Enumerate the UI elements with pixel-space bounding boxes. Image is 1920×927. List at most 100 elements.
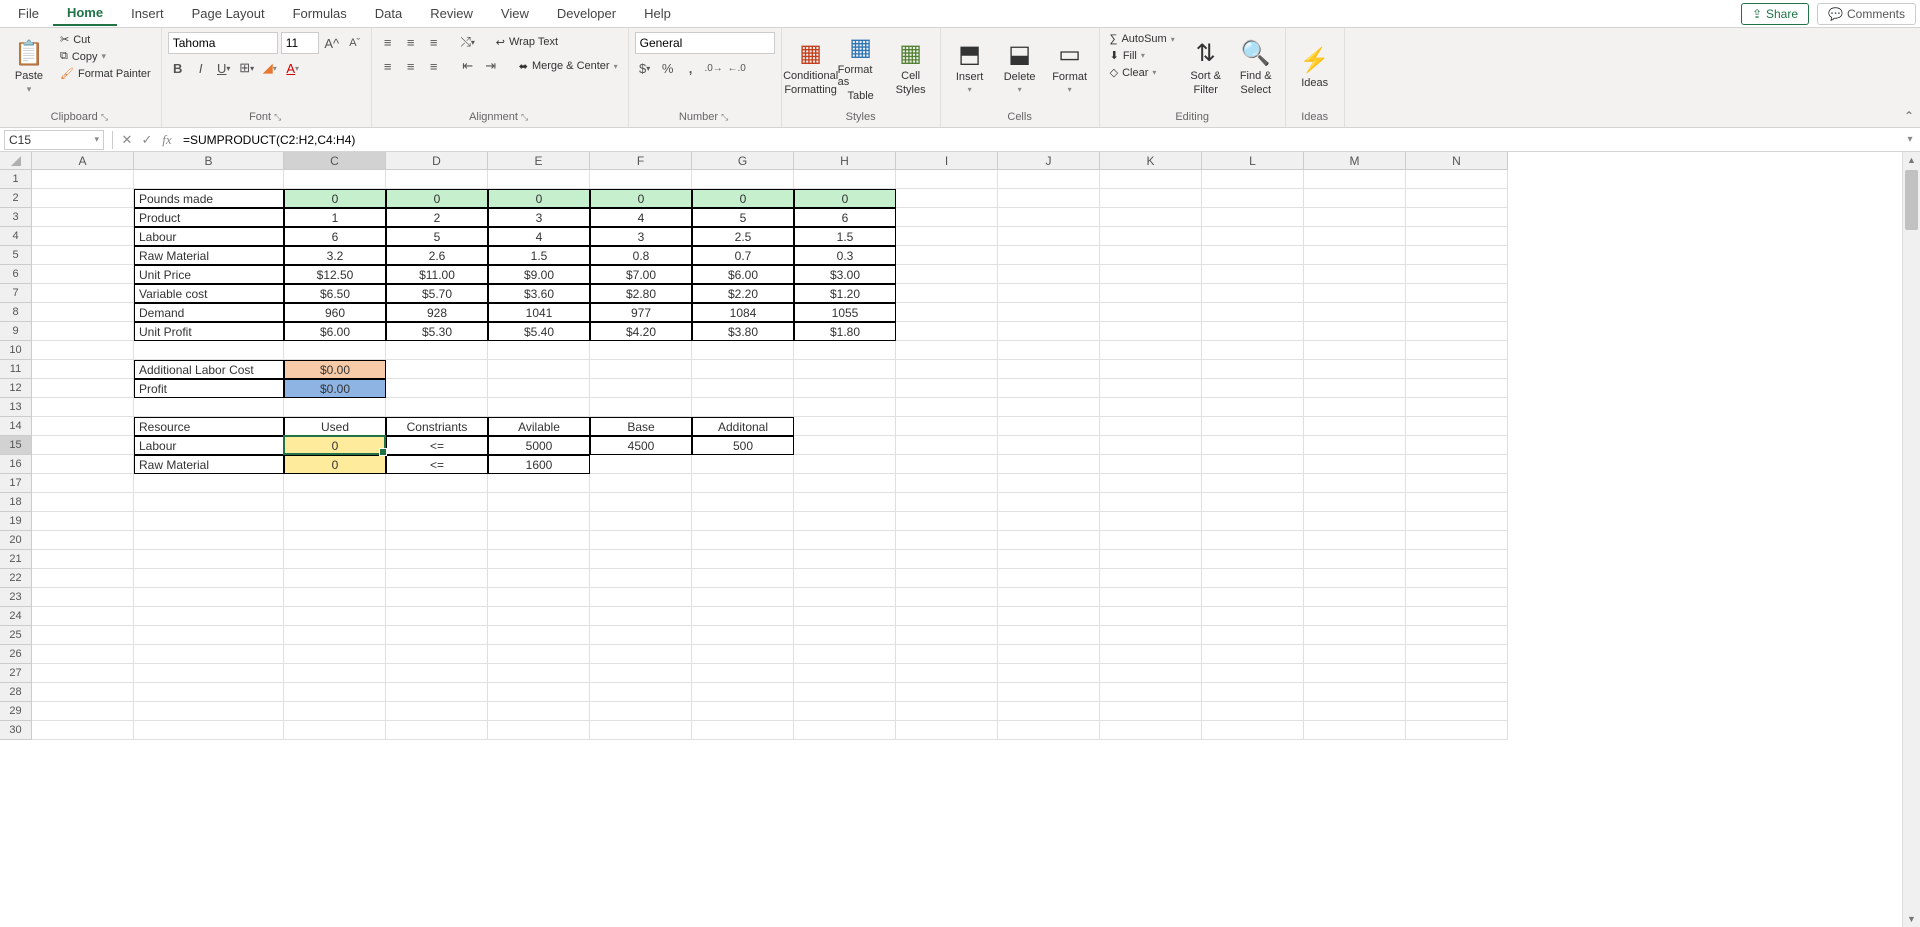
- cell[interactable]: [284, 569, 386, 588]
- cell[interactable]: [134, 493, 284, 512]
- cell[interactable]: [590, 512, 692, 531]
- cell[interactable]: [896, 569, 998, 588]
- cell[interactable]: [386, 512, 488, 531]
- cell[interactable]: [488, 645, 590, 664]
- clipboard-launcher-icon[interactable]: ⤡: [101, 112, 110, 122]
- cell[interactable]: [1304, 645, 1406, 664]
- cell[interactable]: [896, 208, 998, 227]
- comments-button[interactable]: 💬 Comments: [1817, 3, 1916, 25]
- col-header-h[interactable]: H: [794, 152, 896, 170]
- cell[interactable]: [32, 398, 134, 417]
- cell[interactable]: [1304, 284, 1406, 303]
- cell[interactable]: [692, 607, 794, 626]
- cell[interactable]: [1406, 227, 1508, 246]
- cell[interactable]: [284, 588, 386, 607]
- row-header-2[interactable]: 2: [0, 189, 32, 208]
- cell[interactable]: [1406, 569, 1508, 588]
- cell[interactable]: $6.00: [284, 322, 386, 341]
- cell[interactable]: [488, 721, 590, 740]
- cell[interactable]: [794, 170, 896, 189]
- cell[interactable]: [1202, 664, 1304, 683]
- cell[interactable]: Constriants: [386, 417, 488, 436]
- cell[interactable]: [1304, 702, 1406, 721]
- cell[interactable]: [998, 189, 1100, 208]
- cell[interactable]: [1406, 550, 1508, 569]
- cell[interactable]: [998, 645, 1100, 664]
- cell[interactable]: [794, 588, 896, 607]
- cell[interactable]: [1406, 189, 1508, 208]
- col-header-k[interactable]: K: [1100, 152, 1202, 170]
- cell[interactable]: [1406, 702, 1508, 721]
- cell[interactable]: [284, 493, 386, 512]
- cell[interactable]: [794, 379, 896, 398]
- cell[interactable]: [1100, 208, 1202, 227]
- cell[interactable]: [692, 550, 794, 569]
- cell[interactable]: [1406, 360, 1508, 379]
- cell[interactable]: [1202, 360, 1304, 379]
- cell[interactable]: [284, 645, 386, 664]
- cell[interactable]: [1304, 341, 1406, 360]
- cell[interactable]: [590, 455, 692, 474]
- cell[interactable]: [1406, 208, 1508, 227]
- cell[interactable]: Profit: [134, 379, 284, 398]
- cell[interactable]: [386, 550, 488, 569]
- align-left-icon[interactable]: ≡: [378, 56, 398, 76]
- cell[interactable]: [1304, 531, 1406, 550]
- row-header-8[interactable]: 8: [0, 303, 32, 322]
- cell[interactable]: [134, 474, 284, 493]
- cell[interactable]: [134, 721, 284, 740]
- col-header-g[interactable]: G: [692, 152, 794, 170]
- cell[interactable]: $9.00: [488, 265, 590, 284]
- row-header-6[interactable]: 6: [0, 265, 32, 284]
- row-header-27[interactable]: 27: [0, 664, 32, 683]
- percent-icon[interactable]: %: [658, 58, 678, 78]
- cell[interactable]: [1304, 322, 1406, 341]
- cell[interactable]: [1202, 493, 1304, 512]
- cell[interactable]: [1100, 664, 1202, 683]
- cell[interactable]: [590, 360, 692, 379]
- cell[interactable]: [386, 341, 488, 360]
- cell[interactable]: [794, 645, 896, 664]
- cell[interactable]: [32, 246, 134, 265]
- cell[interactable]: $2.20: [692, 284, 794, 303]
- cell[interactable]: [386, 170, 488, 189]
- cell[interactable]: [1406, 607, 1508, 626]
- cell[interactable]: [134, 531, 284, 550]
- cells-area[interactable]: Pounds made000000Product123456Labour6543…: [32, 170, 1902, 927]
- row-header-1[interactable]: 1: [0, 170, 32, 189]
- cell[interactable]: [1100, 493, 1202, 512]
- cell[interactable]: [1100, 417, 1202, 436]
- cell[interactable]: [794, 417, 896, 436]
- cell[interactable]: [386, 398, 488, 417]
- align-middle-icon[interactable]: ≡: [401, 32, 421, 52]
- cell[interactable]: [590, 493, 692, 512]
- cell[interactable]: [692, 683, 794, 702]
- scroll-up-icon[interactable]: ▲: [1903, 152, 1920, 168]
- align-right-icon[interactable]: ≡: [424, 56, 444, 76]
- cell[interactable]: [134, 588, 284, 607]
- cell[interactable]: [1202, 588, 1304, 607]
- cell[interactable]: [896, 322, 998, 341]
- cell[interactable]: [134, 626, 284, 645]
- cell[interactable]: [1100, 303, 1202, 322]
- clear-button[interactable]: ◇Clear ▾: [1106, 65, 1179, 80]
- cell[interactable]: [692, 626, 794, 645]
- cell[interactable]: [896, 360, 998, 379]
- cell[interactable]: [896, 493, 998, 512]
- tab-data[interactable]: Data: [361, 2, 416, 25]
- cell[interactable]: [1202, 645, 1304, 664]
- cell[interactable]: [998, 170, 1100, 189]
- decrease-indent-icon[interactable]: ⇤: [458, 56, 478, 76]
- cell[interactable]: [1100, 531, 1202, 550]
- cell[interactable]: [1100, 398, 1202, 417]
- cell[interactable]: [896, 664, 998, 683]
- cell[interactable]: [32, 645, 134, 664]
- cell[interactable]: Raw Material: [134, 246, 284, 265]
- cell[interactable]: [794, 569, 896, 588]
- cell[interactable]: [794, 455, 896, 474]
- tab-view[interactable]: View: [487, 2, 543, 25]
- cell[interactable]: [488, 569, 590, 588]
- cell[interactable]: [896, 303, 998, 322]
- cell[interactable]: [896, 246, 998, 265]
- font-launcher-icon[interactable]: ⤡: [274, 112, 283, 122]
